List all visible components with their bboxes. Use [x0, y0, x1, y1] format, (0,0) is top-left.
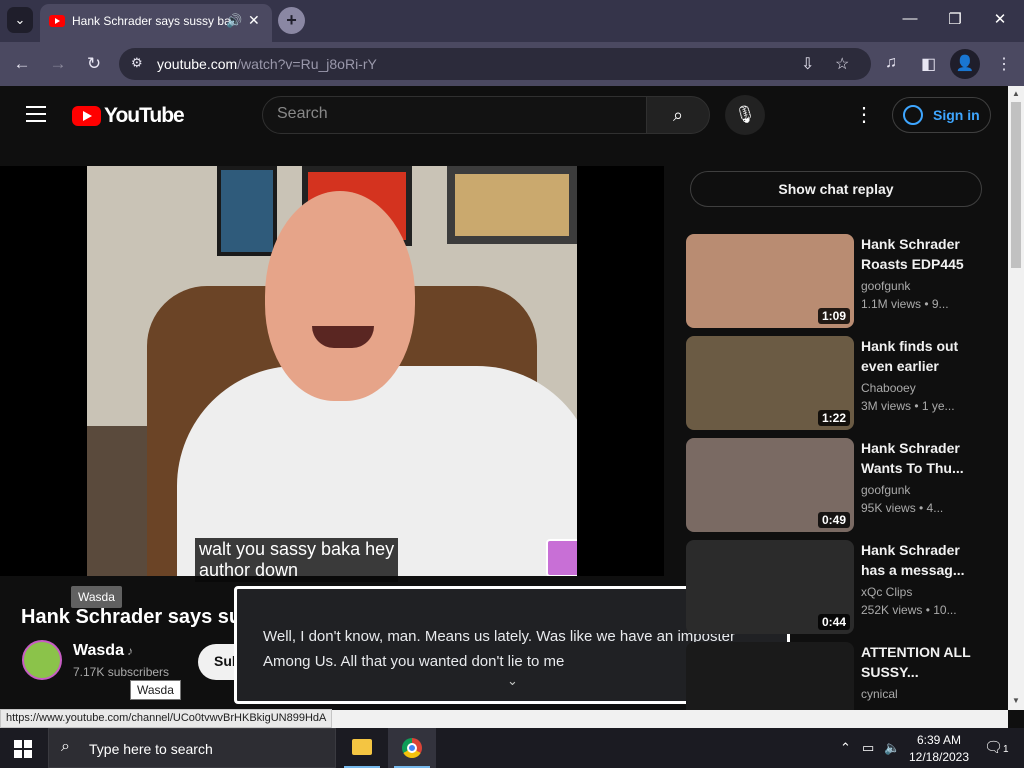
back-icon[interactable]: ←: [10, 54, 34, 74]
wall-painting: [217, 166, 277, 256]
video-duration: 1:09: [817, 308, 850, 324]
recommended-channel-name[interactable]: goofgunk: [861, 279, 910, 293]
wall-painting: [447, 166, 577, 244]
subscriber-count: 7.17K subscribers: [73, 665, 170, 679]
search-icon: ⌕: [672, 105, 684, 125]
link-status-bar: https://www.youtube.com/channel/UCo0tvwv…: [0, 709, 333, 728]
tray-chevron-icon[interactable]: ⌃: [840, 740, 851, 756]
channel-avatar[interactable]: [22, 640, 62, 680]
audio-playing-icon[interactable]: 🔊: [226, 13, 242, 29]
recommended-video[interactable]: 0:44 Hank Schrader has a messag... xQc Cli…: [686, 540, 996, 634]
video-duration: 0:44: [817, 614, 850, 630]
recommended-video[interactable]: 1:22 Hank finds out even earlier Chabooey 3…: [686, 336, 996, 430]
recommended-video-title[interactable]: Hank Schrader Wants To Thu...: [861, 438, 979, 478]
chrome-menu-icon[interactable]: ⋮: [996, 54, 1012, 74]
search-box[interactable]: [262, 96, 647, 134]
restore-icon[interactable]: ❐: [940, 10, 970, 28]
youtube-favicon-icon: [49, 15, 65, 27]
folder-icon: [352, 739, 372, 755]
vertical-scrollbar[interactable]: ▲ ▼: [1008, 86, 1024, 710]
recommended-video-meta: 95K views • 4...: [861, 501, 944, 515]
microphone-icon: 🎙: [734, 105, 756, 124]
recommended-channel-name[interactable]: Chabooey: [861, 381, 916, 395]
channel-watermark-icon[interactable]: [546, 539, 577, 576]
video-thumbnail[interactable]: [686, 642, 854, 710]
scroll-down-icon[interactable]: ▼: [1008, 696, 1024, 705]
bald-man-head: [265, 191, 415, 401]
file-explorer-button[interactable]: [338, 728, 386, 768]
chrome-taskbar-button[interactable]: [388, 728, 436, 768]
profile-icon[interactable]: 👤: [950, 49, 980, 79]
show-chat-replay-button[interactable]: Show chat replay: [690, 171, 982, 207]
voice-search-button[interactable]: 🎙: [725, 95, 765, 135]
settings-menu-icon[interactable]: ⋮: [852, 102, 876, 127]
recommended-video[interactable]: ATTENTION ALL SUSSY... cynical: [686, 642, 996, 710]
recommended-video-title[interactable]: Hank Schrader Roasts EDP445: [861, 234, 979, 274]
video-thumbnail[interactable]: 0:49: [686, 438, 854, 532]
install-app-icon[interactable]: ⇩: [801, 54, 814, 74]
minimize-icon[interactable]: —: [895, 10, 925, 27]
recommended-video-title[interactable]: Hank finds out even earlier: [861, 336, 979, 376]
recommended-video-meta: 252K views • 10...: [861, 603, 957, 617]
recommended-video-meta: 1.1M views • 9...: [861, 297, 949, 311]
video-frame[interactable]: [87, 166, 577, 576]
video-caption: walt you sassy baka hey author down: [195, 538, 399, 582]
channel-name-tooltip: Wasda: [71, 586, 122, 608]
address-bar[interactable]: ⚙ youtube.com/watch?v=Ru_j8oRi-rY ⇩ ☆: [119, 48, 871, 80]
scrollbar-thumb[interactable]: [1011, 102, 1021, 268]
recommended-video[interactable]: 1:09 Hank Schrader Roasts EDP445 goofgunk 1…: [686, 234, 996, 328]
video-thumbnail[interactable]: 1:09: [686, 234, 854, 328]
channel-name[interactable]: Wasda: [73, 642, 124, 660]
bookmark-star-icon[interactable]: ☆: [835, 54, 849, 74]
tab-close-icon[interactable]: ✕: [248, 12, 260, 29]
network-icon[interactable]: ▭: [862, 740, 874, 756]
sign-in-button[interactable]: Sign in: [892, 97, 991, 133]
reload-icon[interactable]: ↻: [82, 54, 106, 74]
media-control-icon[interactable]: ♫: [885, 54, 897, 72]
video-thumbnail[interactable]: 0:44: [686, 540, 854, 634]
chrome-icon: [402, 738, 422, 758]
video-thumbnail[interactable]: 1:22: [686, 336, 854, 430]
recommended-channel-name[interactable]: xQc Clips: [861, 585, 912, 599]
youtube-play-icon: [72, 106, 101, 126]
forward-icon[interactable]: →: [46, 54, 70, 74]
youtube-page: YouTube ⌕ 🎙 ⋮ Sign in: [0, 86, 1008, 710]
tab-search-button[interactable]: ⌄: [7, 7, 33, 33]
url-text[interactable]: youtube.com/watch?v=Ru_j8oRi-rY: [157, 56, 377, 72]
close-window-icon[interactable]: ✕: [985, 10, 1015, 28]
search-input[interactable]: [277, 105, 627, 123]
account-icon: [903, 105, 923, 125]
chevron-down-icon[interactable]: ⌄: [507, 673, 518, 689]
cursor-tooltip: Wasda: [130, 680, 181, 700]
search-icon: ⌕: [61, 738, 70, 755]
video-title: Hank Schrader says sus: [21, 606, 253, 628]
system-clock[interactable]: 6:39 AM 12/18/2023: [906, 732, 972, 766]
browser-tab-bar: ⌄ Hank Schrader says sussy baka 🔊 ✕ + — …: [0, 0, 1024, 42]
guide-menu-icon[interactable]: [26, 106, 46, 122]
active-tab[interactable]: Hank Schrader says sussy baka 🔊 ✕: [40, 4, 272, 42]
scroll-up-icon[interactable]: ▲: [1008, 89, 1024, 98]
recommended-video[interactable]: 0:49 Hank Schrader Wants To Thu... goofgun…: [686, 438, 996, 532]
site-info-icon[interactable]: ⚙: [131, 55, 143, 71]
recommended-video-meta: 3M views • 1 ye...: [861, 399, 955, 413]
volume-muted-icon[interactable]: 🔈: [884, 740, 900, 756]
new-tab-button[interactable]: +: [278, 7, 305, 34]
search-button[interactable]: ⌕: [646, 96, 710, 134]
recommended-channel-name[interactable]: cynical: [861, 687, 898, 701]
windows-taskbar: ⌕ Type here to search ⌃ ▭ 🔈 6:39 AM 12/1…: [0, 728, 1024, 768]
recommended-video-title[interactable]: ATTENTION ALL SUSSY...: [861, 642, 979, 682]
tab-title: Hank Schrader says sussy baka: [72, 14, 232, 28]
browser-toolbar: ← → ↻ ⚙ youtube.com/watch?v=Ru_j8oRi-rY …: [0, 42, 1024, 86]
taskbar-search-box[interactable]: ⌕ Type here to search: [48, 728, 336, 768]
recommended-video-title[interactable]: Hank Schrader has a messag...: [861, 540, 979, 580]
recommended-channel-name[interactable]: goofgunk: [861, 483, 910, 497]
video-duration: 1:22: [817, 410, 850, 426]
side-panel-icon[interactable]: ◧: [921, 54, 936, 74]
notification-center-icon[interactable]: 🗨1: [984, 738, 1009, 756]
video-duration: 0:49: [817, 512, 850, 528]
windows-start-icon[interactable]: [14, 740, 32, 758]
music-note-icon: ♪: [127, 644, 133, 658]
video-player[interactable]: walt you sassy baka hey author down: [0, 166, 664, 582]
